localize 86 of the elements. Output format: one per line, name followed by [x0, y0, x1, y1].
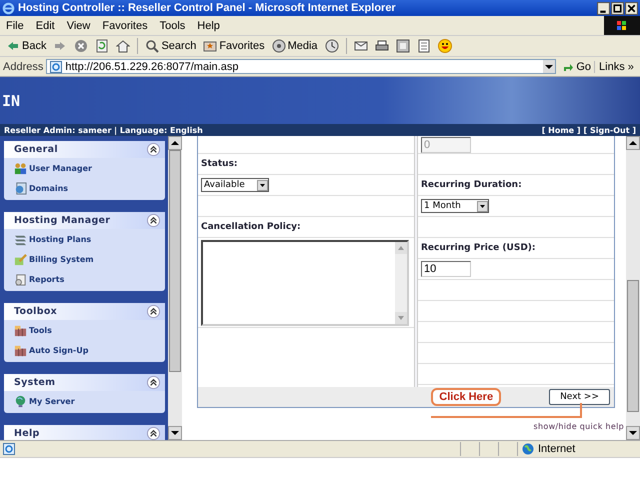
minimize-icon[interactable] — [597, 2, 610, 14]
document-icon — [14, 182, 27, 194]
page-scrollbar[interactable] — [626, 136, 640, 440]
sidebar-item[interactable]: My Server — [14, 391, 165, 411]
sidebar-scrollbar[interactable] — [168, 136, 182, 440]
mail-icon — [354, 39, 368, 53]
clock-icon — [324, 39, 339, 53]
collapse-icon[interactable] — [147, 305, 160, 318]
sidebar-item[interactable]: Reports — [14, 269, 165, 289]
media-button[interactable]: Media — [270, 38, 320, 54]
status-dropdown[interactable]: Available — [201, 178, 269, 192]
box-icon — [14, 344, 27, 356]
maximize-icon[interactable] — [611, 2, 624, 14]
menu-item[interactable]: Edit — [30, 20, 61, 32]
links-button[interactable]: Links — [598, 60, 625, 72]
globe-icon — [14, 394, 27, 408]
collapse-icon[interactable] — [147, 376, 160, 389]
duration-dropdown[interactable]: 1 Month — [421, 199, 489, 213]
users-icon — [14, 162, 27, 174]
sidebar-item[interactable]: Billing System — [14, 249, 165, 269]
sidebar-item[interactable]: User Manager — [14, 158, 165, 178]
go-button[interactable]: Go — [559, 60, 596, 72]
pencil-icon — [14, 252, 27, 266]
user-info: Reseller Admin: sameer | Language: English — [4, 126, 203, 134]
search-button[interactable]: Search — [143, 38, 198, 54]
section-title: Help — [14, 428, 40, 439]
section-title: Toolbox — [14, 306, 58, 317]
favorites-button[interactable]: Favorites — [201, 38, 267, 54]
input-field[interactable]: 10 — [421, 261, 471, 277]
home-button[interactable] — [114, 38, 132, 54]
search-icon — [145, 39, 160, 53]
next-button[interactable]: Next >> — [549, 389, 610, 405]
address-field[interactable]: http://206.51.229.26:8077/main.asp — [46, 59, 556, 74]
right-arrow-icon — [53, 39, 68, 53]
close-icon[interactable] — [625, 2, 638, 14]
smiley-icon — [438, 39, 452, 53]
menu-item[interactable]: Tools — [154, 20, 192, 32]
page-icon — [50, 60, 62, 72]
refresh-icon — [95, 39, 110, 53]
collapse-icon[interactable] — [147, 143, 160, 156]
left-arrow-icon — [6, 39, 20, 53]
section-title: System — [14, 377, 56, 388]
page-icon — [3, 443, 15, 455]
sidebar-item[interactable]: Domains — [14, 178, 165, 198]
globe-icon — [522, 443, 534, 455]
sidebar-item[interactable]: Tools — [14, 320, 165, 340]
scrollbar-icon — [395, 242, 407, 324]
back-button[interactable]: Back — [4, 38, 48, 54]
field-label: Cancellation Policy: — [201, 222, 301, 232]
window-icon — [396, 39, 410, 53]
box-icon — [14, 324, 27, 336]
zone-label: Internet — [538, 443, 576, 455]
section-title: General — [14, 144, 58, 155]
printer-icon — [374, 39, 389, 53]
more-links-button[interactable]: » — [628, 60, 634, 72]
messenger-button[interactable] — [436, 38, 454, 54]
menu-item[interactable]: Help — [191, 20, 226, 32]
field-label: Recurring Price (USD): — [421, 243, 536, 253]
menu-item[interactable]: View — [60, 20, 96, 32]
stop-icon — [74, 39, 88, 53]
report-icon — [14, 272, 27, 286]
home-icon — [116, 39, 130, 53]
edit-button[interactable] — [394, 38, 412, 54]
window-title: Hosting Controller :: Reseller Control Panel - Microsoft Internet Explorer — [18, 2, 397, 14]
history-button[interactable] — [322, 38, 341, 54]
windows-logo-icon — [616, 20, 628, 32]
document-icon — [416, 39, 431, 53]
section-title: Hosting Manager — [14, 215, 110, 226]
collapse-icon[interactable] — [147, 427, 160, 440]
header-link[interactable]: [ Sign-Out ] — [584, 126, 636, 134]
banner-title: IN — [1, 92, 20, 110]
sidebar-item[interactable]: Auto Sign-Up — [14, 340, 165, 360]
help-link[interactable]: show/hide quick help — [534, 422, 624, 431]
address-label: Address — [3, 60, 44, 72]
browser-icon — [2, 2, 15, 14]
menu-item[interactable]: Favorites — [96, 20, 154, 32]
star-folder-icon — [203, 39, 218, 53]
text-area[interactable] — [201, 240, 409, 326]
header-link[interactable]: [ Home ] — [542, 126, 581, 134]
sidebar-item[interactable]: Hosting Plans — [14, 229, 165, 249]
field-label: Status: — [201, 159, 238, 169]
disc-icon — [272, 39, 286, 53]
callout-label: Click Here — [431, 388, 502, 406]
collapse-icon[interactable] — [147, 214, 160, 227]
menu-item[interactable]: File — [0, 20, 30, 32]
field-label: Recurring Duration: — [421, 180, 522, 190]
